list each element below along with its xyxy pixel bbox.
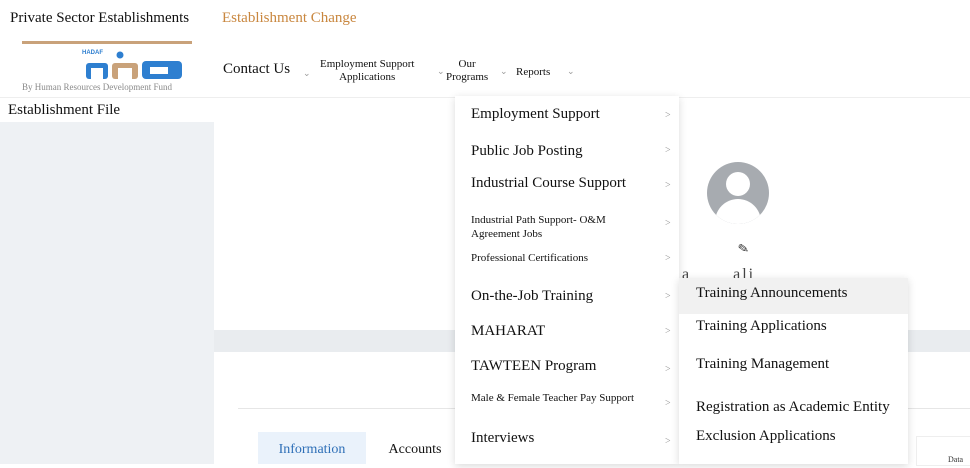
- menu-item-industrial-path-support[interactable]: Industrial Path Support- O&M Agreement J…: [471, 213, 656, 241]
- avatar-body-shape: [715, 199, 761, 224]
- our-programs-dropdown: Employment Support > Public Job Posting …: [455, 96, 679, 464]
- chevron-down-icon: ⌄: [437, 66, 445, 76]
- menu-item-label: MAHARAT: [471, 323, 546, 339]
- menu-item-teacher-pay-support[interactable]: Male & Female Teacher Pay Support: [471, 392, 671, 404]
- chevron-right-icon: >: [665, 326, 671, 337]
- menu-item-label: Interviews: [471, 430, 535, 446]
- chevron-down-icon: ⌄: [500, 66, 508, 76]
- chevron-right-icon: >: [665, 110, 671, 121]
- tab-accounts[interactable]: Accounts: [370, 432, 460, 464]
- menu-item-label: On-the-Job Training: [471, 288, 594, 304]
- nav-contact-us[interactable]: Contact Us: [223, 61, 290, 78]
- chevron-right-icon: >: [665, 180, 671, 191]
- logo-caption: By Human Resources Development Fund: [22, 82, 172, 92]
- on-the-job-training-submenu: Training Announcements Training Applicat…: [679, 278, 908, 464]
- menu-item-label: Public Job Posting: [471, 143, 583, 159]
- logo-wordmark: HADAF: [82, 50, 103, 56]
- menu-item-on-the-job-training[interactable]: On-the-Job Training: [471, 288, 671, 305]
- nav-our-programs[interactable]: Our Programs: [446, 58, 488, 84]
- chevron-right-icon: >: [665, 436, 671, 447]
- chevron-right-icon: >: [665, 253, 671, 264]
- chevron-right-icon: >: [665, 218, 671, 229]
- menu-item-public-job-posting[interactable]: Public Job Posting: [471, 143, 671, 160]
- menu-item-professional-certifications[interactable]: Professional Certifications: [471, 252, 671, 264]
- submenu-training-announcements[interactable]: Training Announcements: [696, 285, 848, 302]
- left-sidebar-panel: [0, 122, 214, 464]
- logo-divider: [22, 41, 192, 44]
- menu-item-label: Industrial Path Support- O&M Agreement J…: [471, 214, 606, 240]
- menu-item-label: TAWTEEN Program: [471, 358, 597, 374]
- nav-employment-support-line1: Employment Support: [320, 58, 415, 70]
- nav-employment-support-applications[interactable]: Employment Support Applications: [320, 58, 414, 84]
- chevron-down-icon: ⌄: [303, 68, 311, 78]
- menu-item-maharat[interactable]: MAHARAT: [471, 323, 671, 340]
- menu-item-tawteen-program[interactable]: TAWTEEN Program: [471, 358, 671, 375]
- submenu-training-applications[interactable]: Training Applications: [696, 318, 827, 335]
- menu-item-label: Professional Certifications: [471, 252, 589, 264]
- chevron-right-icon: >: [665, 291, 671, 302]
- menu-item-interviews[interactable]: Interviews: [471, 430, 671, 447]
- establishment-file-breadcrumb[interactable]: Establishment File: [8, 102, 120, 119]
- tab-data[interactable]: Data: [948, 455, 963, 464]
- chevron-down-icon: ⌄: [567, 66, 575, 76]
- nav-our-programs-line1: Our: [458, 58, 476, 70]
- menu-item-label: Employment Support: [471, 106, 600, 122]
- menu-item-industrial-course-support[interactable]: Industrial Course Support: [471, 175, 671, 192]
- avatar: [707, 162, 769, 224]
- menu-item-employment-support[interactable]: Employment Support: [471, 106, 671, 123]
- chevron-right-icon: >: [665, 398, 671, 409]
- nav-reports[interactable]: Reports: [516, 66, 550, 78]
- nav-employment-support-line2: Applications: [339, 71, 396, 83]
- hadaf-logo[interactable]: HADAF: [80, 47, 190, 83]
- submenu-training-management[interactable]: Training Management: [696, 356, 829, 373]
- chevron-right-icon: >: [665, 145, 671, 156]
- menu-item-label: Industrial Course Support: [471, 175, 626, 191]
- avatar-head-shape: [726, 172, 750, 196]
- submenu-registration-academic-entity[interactable]: Registration as Academic Entity: [696, 399, 890, 416]
- establishment-change-link[interactable]: Establishment Change: [222, 10, 357, 27]
- menu-item-label: Male & Female Teacher Pay Support: [471, 392, 635, 404]
- private-sector-establishments-link[interactable]: Private Sector Establishments: [10, 10, 189, 27]
- tab-information[interactable]: Information: [258, 432, 366, 464]
- submenu-exclusion-applications[interactable]: Exclusion Applications: [696, 428, 836, 445]
- nav-our-programs-line2: Programs: [446, 71, 489, 83]
- chevron-right-icon: >: [665, 364, 671, 375]
